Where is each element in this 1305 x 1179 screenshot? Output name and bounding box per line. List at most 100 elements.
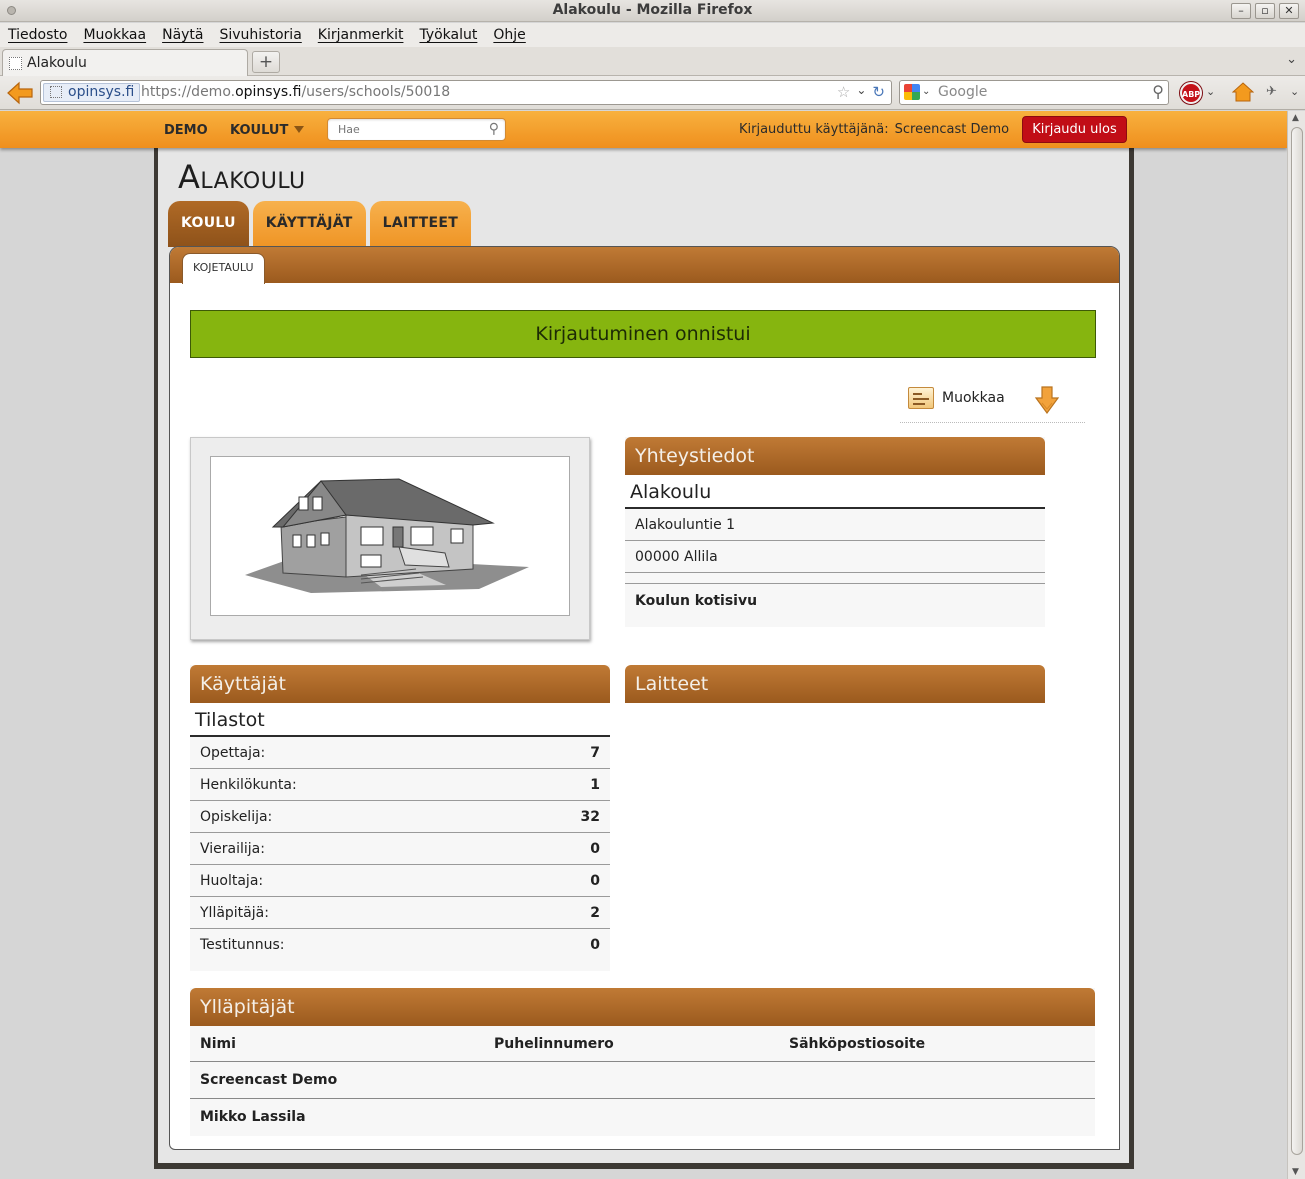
url-text[interactable]: https://demo.opinsys.fi/users/schools/50… xyxy=(141,84,450,100)
stat-value: 7 xyxy=(590,745,600,761)
admins-box: Ylläpitäjät Nimi Puhelinnumero Sähköpost… xyxy=(190,988,1095,1136)
page-viewport: DEMO KOULUT ⚲ Kirjauduttu käyttäjänä: Scr… xyxy=(0,111,1287,1179)
adblock-dropdown-icon[interactable]: ⌄ xyxy=(1206,85,1215,98)
maximize-button[interactable]: ▫ xyxy=(1255,3,1275,19)
site-favicon-icon xyxy=(50,86,62,98)
edit-label: Muokkaa xyxy=(942,390,1005,406)
stat-label: Ylläpitäjä: xyxy=(200,905,269,921)
tab-list-chevron-icon[interactable]: ⌄ xyxy=(1286,52,1297,67)
menu-nayta[interactable]: Näytä xyxy=(162,27,203,43)
page-favicon-icon xyxy=(9,56,22,70)
admin-phone xyxy=(494,1099,789,1136)
admin-email xyxy=(789,1099,1089,1136)
google-engine-icon[interactable] xyxy=(904,84,920,100)
success-message: Kirjautuminen onnistui xyxy=(190,310,1096,358)
stat-label: Opettaja: xyxy=(200,745,266,761)
tab-koulu[interactable]: KOULU xyxy=(168,201,249,247)
new-tab-button[interactable]: + xyxy=(252,51,280,73)
admin-name: Mikko Lassila xyxy=(200,1109,306,1125)
contact-street: Alakouluntie 1 xyxy=(625,509,1045,541)
logged-in-label: Kirjauduttu käyttäjänä: xyxy=(739,122,889,137)
main-tabs: KOULU KÄYTTÄJÄT LAITTEET xyxy=(168,201,472,247)
search-icon[interactable]: ⚲ xyxy=(489,121,499,137)
home-icon[interactable] xyxy=(1232,81,1254,103)
stat-row: Henkilökunta: 1 xyxy=(190,769,610,801)
subtab-kojetaulu[interactable]: KOJETAULU xyxy=(182,253,265,284)
menu-kirjanmerkit[interactable]: Kirjanmerkit xyxy=(318,27,404,43)
bookmark-star-icon[interactable]: ☆ xyxy=(837,83,850,101)
page-scrollbar[interactable]: ▲ ▼ xyxy=(1287,111,1305,1179)
stat-label: Opiskelija: xyxy=(200,809,273,825)
site-search-input[interactable] xyxy=(328,119,478,140)
site-search: ⚲ xyxy=(327,118,506,141)
menu-sivuhistoria[interactable]: Sivuhistoria xyxy=(220,27,302,43)
adblock-plus-icon[interactable]: ABP xyxy=(1180,82,1202,104)
toolbar-overflow-icon[interactable]: ⌄ xyxy=(1290,85,1299,98)
nav-demo-link[interactable]: DEMO xyxy=(164,123,208,138)
site-identity-button[interactable]: opinsys.fi xyxy=(43,83,141,102)
browser-tab[interactable]: Alakoulu xyxy=(2,49,248,76)
content-shell: Alakoulu KOULU KÄYTTÄJÄT LAITTEET KOJETA… xyxy=(154,146,1134,1169)
admin-email xyxy=(789,1062,1089,1098)
tab-panel: KOJETAULU Kirjautuminen onnistui Muokkaa xyxy=(169,246,1120,1150)
school-building-image xyxy=(245,478,529,593)
reload-icon[interactable]: ↻ xyxy=(872,83,885,101)
scroll-up-icon[interactable]: ▲ xyxy=(1292,113,1299,123)
users-box: Käyttäjät Tilastot Opettaja: 7 Henkilökun… xyxy=(190,665,610,971)
content-inner: Alakoulu KOULU KÄYTTÄJÄT LAITTEET KOJETA… xyxy=(158,146,1129,1163)
school-photo xyxy=(190,437,590,640)
logged-in-user: Screencast Demo xyxy=(894,122,1010,137)
nav-schools-menu[interactable]: KOULUT xyxy=(230,123,305,138)
back-arrow-icon[interactable] xyxy=(6,81,34,105)
web-search-bar[interactable]: ⌄ Google ⚲ xyxy=(899,80,1169,105)
engine-dropdown-icon[interactable]: ⌄ xyxy=(922,86,930,97)
scrollbar-thumb[interactable] xyxy=(1291,127,1303,1155)
menu-tiedosto[interactable]: Tiedosto xyxy=(8,27,67,43)
site-top-nav: DEMO KOULUT ⚲ Kirjauduttu käyttäjänä: Scr… xyxy=(0,111,1287,148)
admins-table-header: Nimi Puhelinnumero Sähköpostiosoite xyxy=(190,1026,1095,1062)
menu-muokkaa[interactable]: Muokkaa xyxy=(83,27,146,43)
stat-value: 2 xyxy=(590,905,600,921)
menu-ohje[interactable]: Ohje xyxy=(493,27,525,43)
extension-icon[interactable]: ✈ xyxy=(1266,84,1277,99)
contact-homepage[interactable]: Koulun kotisivu xyxy=(625,584,1045,618)
search-magnifier-icon[interactable]: ⚲ xyxy=(1152,82,1164,101)
minimize-button[interactable]: – xyxy=(1231,3,1251,19)
admins-heading: Ylläpitäjät xyxy=(190,988,1095,1026)
close-button[interactable]: ✕ xyxy=(1279,3,1299,19)
url-domain: opinsys.fi xyxy=(235,84,302,100)
history-dropdown-icon[interactable]: ⌄ xyxy=(856,83,866,101)
url-path: /users/schools/50018 xyxy=(301,84,451,100)
web-search-placeholder: Google xyxy=(938,84,988,100)
stat-label: Huoltaja: xyxy=(200,873,264,889)
subtab-bar: KOJETAULU xyxy=(170,247,1119,284)
site-identity-label: opinsys.fi xyxy=(68,84,135,100)
menu-tyokalut[interactable]: Työkalut xyxy=(419,27,477,43)
download-arrow-icon[interactable] xyxy=(1034,385,1060,415)
contact-street-text: Alakouluntie 1 xyxy=(635,517,736,533)
tab-laitteet[interactable]: LAITTEET xyxy=(369,201,472,246)
page-title: Alakoulu xyxy=(178,158,306,196)
tab-kayttajat[interactable]: KÄYTTÄJÄT xyxy=(252,201,366,246)
logout-button[interactable]: Kirjaudu ulos xyxy=(1022,116,1127,143)
actions-bar: Muokkaa xyxy=(900,383,1085,423)
table-row: Mikko Lassila xyxy=(190,1099,1095,1136)
contact-box: Yhteystiedot Alakoulu Alakouluntie 1 000… xyxy=(625,437,1045,627)
edit-button[interactable]: Muokkaa xyxy=(908,387,1005,409)
admin-name: Screencast Demo xyxy=(200,1072,338,1088)
contact-city-text: 00000 Allila xyxy=(635,549,718,565)
nav-schools-label: KOULUT xyxy=(230,123,289,138)
stat-row: Huoltaja: 0 xyxy=(190,865,610,897)
edit-form-icon xyxy=(908,387,934,409)
stat-value: 0 xyxy=(590,841,600,857)
admin-phone xyxy=(494,1062,789,1098)
stat-value: 32 xyxy=(580,809,600,825)
devices-heading: Laitteet xyxy=(625,665,1045,703)
logged-in-info: Kirjauduttu käyttäjänä: Screencast Demo xyxy=(739,122,1009,137)
stat-value: 0 xyxy=(590,937,600,953)
scroll-down-icon[interactable]: ▼ xyxy=(1292,1167,1299,1177)
contact-homepage-link[interactable]: Koulun kotisivu xyxy=(635,584,757,618)
contact-heading: Yhteystiedot xyxy=(625,437,1045,475)
url-bar[interactable]: opinsys.fi https://demo.opinsys.fi/users… xyxy=(40,80,892,105)
users-heading: Käyttäjät xyxy=(190,665,610,703)
